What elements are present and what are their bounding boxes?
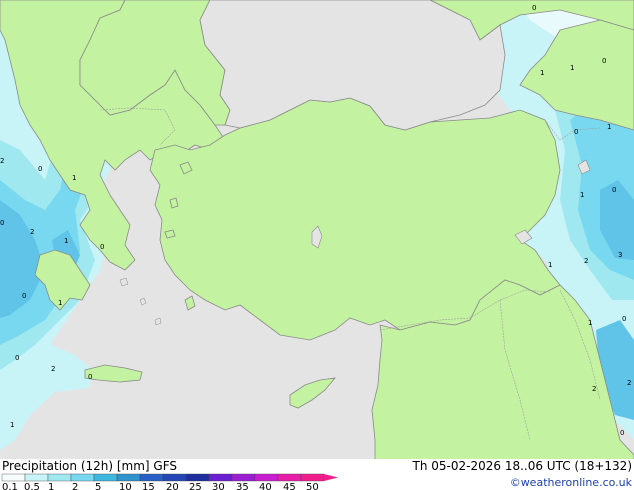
legend-label: 15 <box>142 482 155 490</box>
valid-time: Th 05-02-2026 18..06 UTC (18+132) <box>412 459 632 473</box>
contour-label: 1 <box>570 64 574 72</box>
legend-colorbar <box>1 473 338 482</box>
legend-swatch <box>1 473 26 482</box>
contour-label: 2 <box>51 365 55 373</box>
legend-label: 10 <box>119 482 132 490</box>
legend-swatch <box>185 473 210 482</box>
contour-label: 0 <box>22 292 26 300</box>
legend-swatch <box>300 473 325 482</box>
contour-label: 0 <box>88 373 92 381</box>
legend-label: 0.1 <box>2 482 18 490</box>
legend-label: 35 <box>236 482 249 490</box>
precipitation-map: 01101010210210010201231022100 Precipitat… <box>0 0 634 490</box>
legend-label: 30 <box>212 482 225 490</box>
credit: ©weatheronline.co.uk <box>510 476 633 489</box>
contour-label: 0 <box>100 243 104 251</box>
contour-label: 2 <box>0 157 4 165</box>
contour-label: 1 <box>10 421 14 429</box>
legend-swatch <box>231 473 256 482</box>
legend-swatch <box>277 473 302 482</box>
contour-label: 1 <box>588 319 592 327</box>
legend-label: 5 <box>95 482 101 490</box>
contour-label: 1 <box>607 123 611 131</box>
legend-swatch <box>93 473 118 482</box>
legend-label: 1 <box>48 482 54 490</box>
legend-swatch <box>254 473 279 482</box>
legend-label: 25 <box>189 482 202 490</box>
legend-swatch <box>139 473 164 482</box>
legend-swatch <box>162 473 187 482</box>
contour-label: 0 <box>15 354 19 362</box>
contour-label: 1 <box>540 69 544 77</box>
contour-label: 1 <box>64 237 68 245</box>
legend-label: 40 <box>259 482 272 490</box>
contour-label: 1 <box>58 299 62 307</box>
legend-swatch <box>24 473 49 482</box>
contour-label: 0 <box>620 429 624 437</box>
legend-label: 20 <box>166 482 179 490</box>
contour-label: 0 <box>574 128 578 136</box>
map-title: Precipitation (12h) [mm] GFS <box>2 459 177 473</box>
contour-label: 0 <box>532 4 536 12</box>
legend-swatch <box>47 473 72 482</box>
contour-label: 1 <box>548 261 552 269</box>
legend-swatch <box>70 473 95 482</box>
contour-label: 2 <box>627 379 631 387</box>
legend-label: 0.5 <box>24 482 40 490</box>
legend-label: 2 <box>72 482 78 490</box>
contour-label: 0 <box>612 186 616 194</box>
contour-label: 0 <box>622 315 626 323</box>
legend-label: 45 <box>283 482 296 490</box>
contour-label: 0 <box>38 165 42 173</box>
contour-label: 2 <box>584 257 588 265</box>
contour-label: 1 <box>72 174 76 182</box>
contour-label: 0 <box>602 57 606 65</box>
contour-label: 2 <box>30 228 34 236</box>
legend-swatch <box>208 473 233 482</box>
contour-label: 1 <box>580 191 584 199</box>
contour-label: 3 <box>618 251 622 259</box>
contour-label: 0 <box>0 219 4 227</box>
contour-label: 2 <box>592 385 596 393</box>
legend-label: 50 <box>306 482 319 490</box>
legend-swatch <box>116 473 141 482</box>
